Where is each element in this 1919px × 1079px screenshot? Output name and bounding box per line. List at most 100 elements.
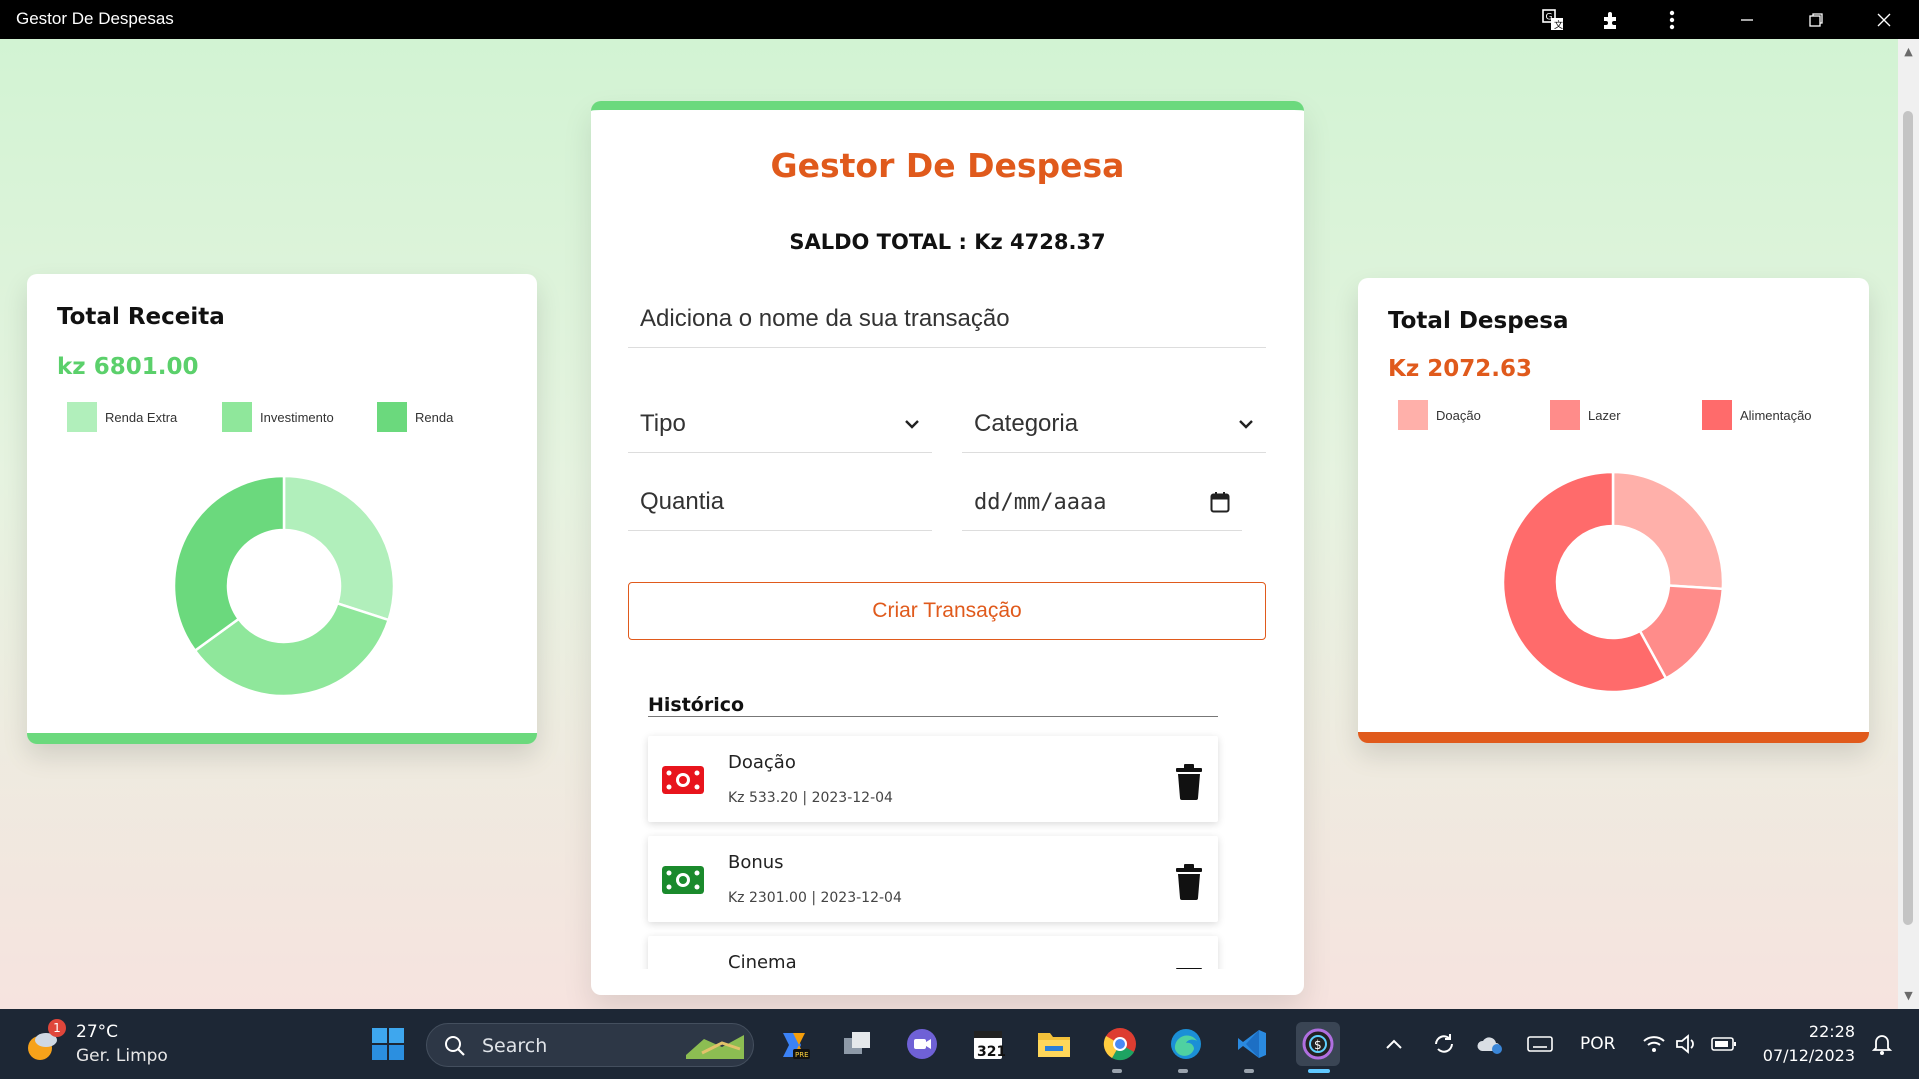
legend-item-renda[interactable]: Renda xyxy=(377,402,453,432)
type-select[interactable]: Tipo xyxy=(628,396,932,453)
start-icon[interactable] xyxy=(366,1022,410,1066)
extensions-icon[interactable] xyxy=(1598,6,1626,34)
taskbar-search[interactable]: Search xyxy=(426,1023,754,1067)
expense-card: Total Despesa Kz 2072.63 Doação Lazer Al… xyxy=(1358,278,1869,743)
chevron-up-icon[interactable] xyxy=(1372,1022,1416,1066)
active-app-indicator xyxy=(1308,1069,1330,1073)
history-item-meta: Kz 2301.00 | 2023-12-04 xyxy=(728,890,902,906)
income-donut-chart[interactable] xyxy=(172,474,396,698)
task-view-icon[interactable] xyxy=(836,1022,880,1066)
cloud-icon[interactable] xyxy=(1468,1022,1512,1066)
legend-label: Lazer xyxy=(1588,407,1621,423)
expense-card-bar xyxy=(1358,732,1869,743)
legend-item-investimento[interactable]: Investimento xyxy=(222,402,377,432)
legend-label: Investimento xyxy=(260,409,334,425)
legend-swatch xyxy=(222,402,252,432)
app-title: Gestor De Despesa xyxy=(770,146,1125,185)
history-item[interactable]: Doação Kz 533.20 | 2023-12-04 xyxy=(648,736,1218,822)
amount-input[interactable] xyxy=(628,474,932,530)
legend-label: Alimentação xyxy=(1740,407,1812,423)
legend-item-lazer[interactable]: Lazer xyxy=(1550,400,1702,430)
media-app-icon[interactable]: 321 xyxy=(966,1022,1010,1066)
window-title: Gestor De Despesas xyxy=(16,9,174,28)
history-panel: Histórico Doação Kz 533.20 | 2023-12-04 … xyxy=(628,668,1271,969)
income-card: Total Receita kz 6801.00 Renda Extra Inv… xyxy=(27,274,537,744)
donut-slice-renda-extra[interactable] xyxy=(282,474,396,622)
app-viewport: Total Receita kz 6801.00 Renda Extra Inv… xyxy=(0,39,1898,1009)
type-select-value: Tipo xyxy=(640,410,686,437)
history-item-name: Doação xyxy=(728,752,796,773)
scroll-down-arrow-icon[interactable]: ▼ xyxy=(1898,987,1919,1005)
delete-icon[interactable] xyxy=(1174,764,1204,800)
minimize-icon[interactable] xyxy=(1733,6,1761,34)
battery-icon[interactable] xyxy=(1702,1022,1746,1066)
search-label: Search xyxy=(482,1035,548,1057)
teams-chat-icon[interactable] xyxy=(900,1022,944,1066)
expense-legend: Doação Lazer Alimentação xyxy=(1398,400,1812,430)
sync-icon[interactable] xyxy=(1422,1022,1466,1066)
date-input: dd/mm/aaaa xyxy=(974,489,1107,515)
clock-date: 07/12/2023 xyxy=(1762,1046,1855,1065)
history-title: Histórico xyxy=(648,694,1218,717)
delete-icon[interactable] xyxy=(1174,864,1204,900)
chrome-icon[interactable] xyxy=(1098,1022,1142,1066)
date-field[interactable]: dd/mm/aaaa xyxy=(962,474,1242,531)
weather-description: Ger. Limpo xyxy=(76,1046,168,1066)
search-icon xyxy=(445,1036,465,1056)
calendar-icon[interactable] xyxy=(1210,491,1230,513)
legend-swatch xyxy=(67,402,97,432)
window-titlebar: Gestor De Despesas G文 xyxy=(0,0,1919,39)
expense-amount: Kz 2072.63 xyxy=(1388,356,1532,382)
transaction-name-input[interactable] xyxy=(628,290,1266,347)
notifications-icon[interactable] xyxy=(1860,1022,1904,1066)
translate-icon[interactable]: G文 xyxy=(1539,6,1567,34)
history-item[interactable]: Cinema xyxy=(648,936,1218,969)
more-options-icon[interactable] xyxy=(1658,6,1686,34)
legend-swatch xyxy=(1398,400,1428,430)
history-item-meta: Kz 533.20 | 2023-12-04 xyxy=(728,790,893,806)
search-highlight-icon xyxy=(686,1035,744,1059)
legend-swatch xyxy=(1702,400,1732,430)
category-select[interactable]: Categoria xyxy=(962,396,1266,453)
vscode-running-indicator xyxy=(1244,1069,1254,1073)
clock-time: 22:28 xyxy=(1808,1022,1855,1041)
file-explorer-icon[interactable] xyxy=(1032,1022,1076,1066)
edge-icon[interactable] xyxy=(1164,1022,1208,1066)
income-amount: kz 6801.00 xyxy=(57,354,199,380)
transaction-name-field xyxy=(628,290,1266,348)
legend-item-doacao[interactable]: Doação xyxy=(1398,400,1550,430)
language-indicator[interactable]: POR xyxy=(1580,1034,1615,1054)
close-icon[interactable] xyxy=(1870,6,1898,34)
page-scrollbar-thumb[interactable] xyxy=(1903,111,1913,925)
delete-icon[interactable] xyxy=(1174,964,1204,969)
chevron-down-icon xyxy=(905,420,919,429)
history-item[interactable]: Bonus Kz 2301.00 | 2023-12-04 xyxy=(648,836,1218,922)
copilot-icon[interactable]: PRE xyxy=(772,1022,816,1066)
history-item-name: Bonus xyxy=(728,852,784,873)
weather-temperature: 27°C xyxy=(76,1022,119,1042)
active-app-icon[interactable]: $ xyxy=(1296,1022,1340,1066)
donut-slice-doa-o[interactable] xyxy=(1611,470,1725,591)
scroll-up-arrow-icon[interactable]: ▲ xyxy=(1898,43,1919,61)
income-card-bar xyxy=(27,733,537,744)
create-transaction-button[interactable]: Criar Transação xyxy=(628,582,1266,640)
legend-item-renda-extra[interactable]: Renda Extra xyxy=(67,402,222,432)
expense-title: Total Despesa xyxy=(1388,308,1569,334)
donut-slice-renda[interactable] xyxy=(172,474,286,653)
income-money-icon xyxy=(662,866,704,894)
system-clock[interactable]: 22:28 07/12/2023 xyxy=(1763,1020,1855,1068)
vscode-icon[interactable] xyxy=(1230,1022,1274,1066)
edge-running-indicator xyxy=(1178,1069,1188,1073)
weather-badge: 1 xyxy=(48,1019,66,1037)
svg-text:PRE: PRE xyxy=(795,1051,809,1059)
svg-text:G: G xyxy=(1546,13,1553,23)
expense-donut-chart[interactable] xyxy=(1501,470,1725,694)
legend-label: Renda Extra xyxy=(105,409,178,425)
restore-icon[interactable] xyxy=(1802,6,1830,34)
chrome-running-indicator xyxy=(1112,1069,1122,1073)
legend-item-alimentacao[interactable]: Alimentação xyxy=(1702,400,1812,430)
keyboard-icon[interactable] xyxy=(1518,1022,1562,1066)
page-scrollbar[interactable]: ▲ ▼ xyxy=(1898,39,1919,1009)
income-legend: Renda Extra Investimento Renda xyxy=(67,402,453,432)
legend-label: Renda xyxy=(415,409,454,425)
